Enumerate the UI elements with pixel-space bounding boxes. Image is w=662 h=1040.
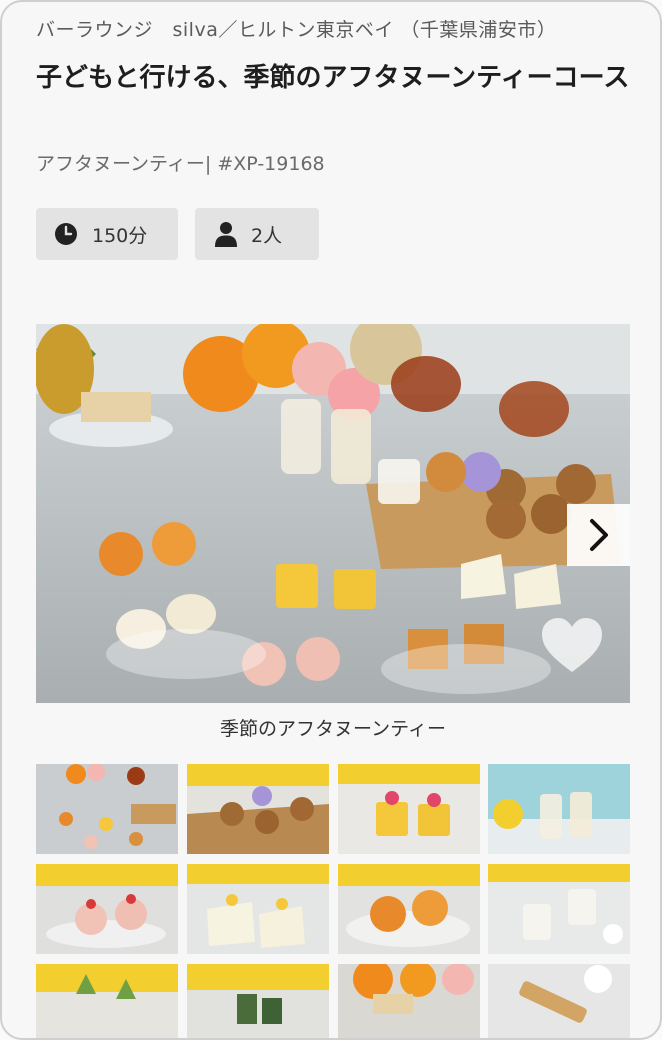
- thumbnail[interactable]: [338, 964, 480, 1038]
- next-photo-button[interactable]: [567, 504, 630, 566]
- thumbnail[interactable]: [338, 764, 480, 854]
- thumbnail-image: [488, 764, 630, 854]
- thumbnail[interactable]: [338, 864, 480, 954]
- chevron-right-icon: [589, 519, 608, 551]
- thumbnail[interactable]: [488, 864, 630, 954]
- clock-icon: [55, 223, 77, 245]
- page-title: 子どもと行ける、季節のアフタヌーンティーコース: [36, 63, 630, 93]
- heart-icon[interactable]: [540, 616, 604, 676]
- venue-name: バーラウンジ silva／ヒルトン東京ベイ （千葉県浦安市）: [36, 19, 557, 41]
- thumbnail-image: [488, 864, 630, 954]
- guests-label: 2人: [251, 224, 283, 247]
- thumbnail[interactable]: [36, 964, 178, 1038]
- thumbnail-image: [338, 764, 480, 854]
- thumbnail-image: [338, 964, 480, 1038]
- thumbnail[interactable]: [36, 864, 178, 954]
- thumbnail[interactable]: [187, 964, 329, 1038]
- person-icon: [215, 222, 237, 247]
- thumbnail-image: [36, 764, 178, 854]
- thumbnail-image: [488, 964, 630, 1038]
- thumbnail[interactable]: [36, 764, 178, 854]
- category-label: アフタヌーンティー| #XP-19168: [36, 153, 325, 175]
- guests-badge: 2人: [195, 208, 319, 260]
- thumbnail[interactable]: [488, 764, 630, 854]
- thumbnail-image: [187, 964, 329, 1038]
- thumbnail-image: [36, 964, 178, 1038]
- duration-label: 150分: [92, 224, 148, 247]
- thumbnail[interactable]: [187, 864, 329, 954]
- thumbnail-image: [187, 764, 329, 854]
- thumbnail[interactable]: [488, 964, 630, 1038]
- plan-card: バーラウンジ silva／ヒルトン東京ベイ （千葉県浦安市） 子どもと行ける、季…: [0, 0, 662, 1040]
- photo-caption: 季節のアフタヌーンティー: [220, 718, 446, 740]
- thumbnail-image: [338, 864, 480, 954]
- thumbnail-image: [187, 864, 329, 954]
- thumbnail-image: [36, 864, 178, 954]
- thumbnail[interactable]: [187, 764, 329, 854]
- duration-badge: 150分: [36, 208, 178, 260]
